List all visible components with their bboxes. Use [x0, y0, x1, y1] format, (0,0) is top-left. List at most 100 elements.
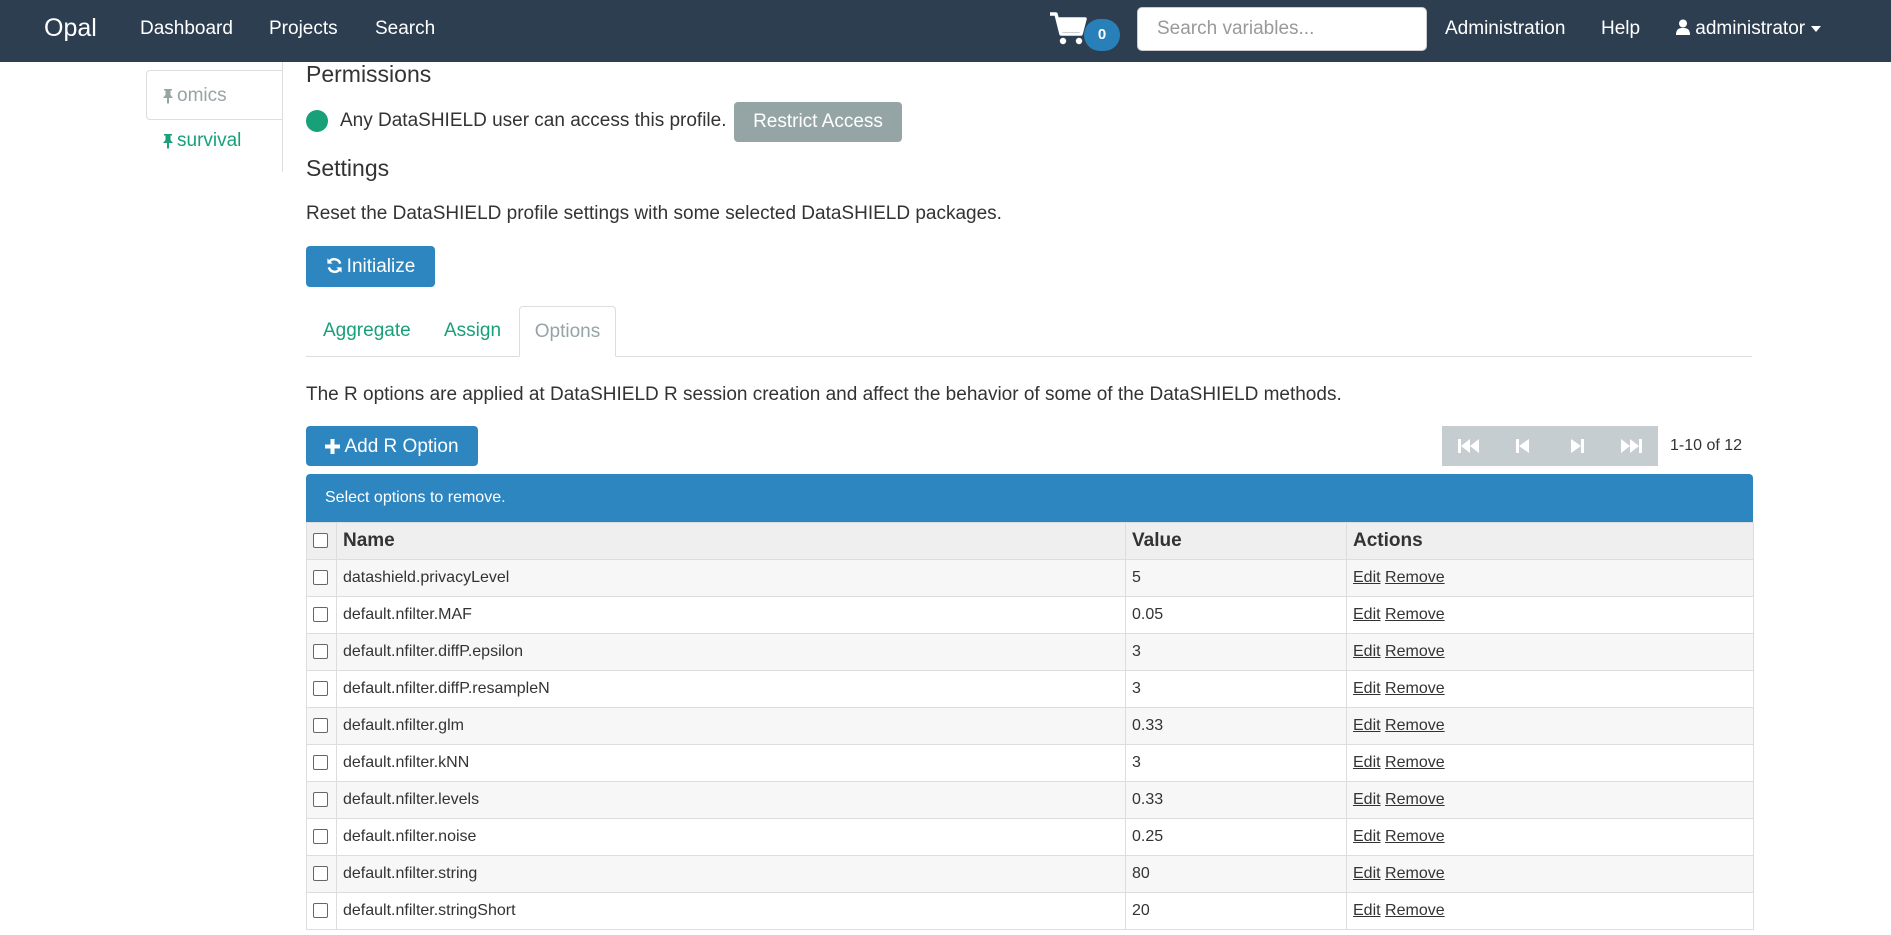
first-page-button[interactable] [1442, 426, 1496, 466]
brand-logo[interactable]: Opal [44, 14, 97, 43]
option-name: default.nfilter.stringShort [336, 892, 1126, 930]
table-row: default.nfilter.noise 0.25 Edit Remove [306, 818, 1754, 856]
nav-help[interactable]: Help [1601, 18, 1640, 40]
row-actions: Edit Remove [1346, 818, 1754, 856]
table-row: default.nfilter.glm 0.33 Edit Remove [306, 707, 1754, 745]
option-value: 0.05 [1125, 596, 1347, 634]
row-select-cell [306, 559, 337, 597]
row-select-cell [306, 633, 337, 671]
edit-link[interactable]: Edit [1353, 643, 1381, 660]
column-header-actions: Actions [1346, 522, 1754, 560]
remove-link[interactable]: Remove [1385, 791, 1445, 808]
tab-assign[interactable]: Assign [444, 320, 501, 342]
option-name: default.nfilter.levels [336, 781, 1126, 819]
row-checkbox[interactable] [313, 792, 328, 808]
remove-link[interactable]: Remove [1385, 569, 1445, 586]
tab-options[interactable]: Options [519, 306, 616, 357]
user-menu-dropdown[interactable]: administrator [1676, 18, 1822, 40]
edit-link[interactable]: Edit [1353, 717, 1381, 734]
row-select-cell [306, 670, 337, 708]
option-name: default.nfilter.MAF [336, 596, 1126, 634]
pagination-count: 1-10 of 12 [1670, 437, 1743, 454]
row-checkbox[interactable] [313, 829, 328, 845]
restrict-access-button[interactable]: Restrict Access [734, 102, 902, 142]
nav-dashboard[interactable]: Dashboard [140, 18, 233, 40]
option-name: default.nfilter.kNN [336, 744, 1126, 782]
selection-banner: Select options to remove. [306, 474, 1753, 522]
profile-tabs: Aggregate Assign Options [306, 306, 1752, 357]
row-select-cell [306, 707, 337, 745]
edit-link[interactable]: Edit [1353, 791, 1381, 808]
refresh-icon [327, 257, 342, 274]
row-actions: Edit Remove [1346, 707, 1754, 745]
cart-button[interactable]: 0 [1048, 10, 1120, 52]
initialize-button[interactable]: Initialize [306, 246, 435, 287]
user-icon [1676, 19, 1690, 35]
edit-link[interactable]: Edit [1353, 569, 1381, 586]
chevron-down-icon [1811, 25, 1822, 32]
add-r-option-button[interactable]: Add R Option [306, 426, 478, 466]
side-nav-item-survival[interactable]: survival [146, 130, 282, 170]
row-checkbox[interactable] [313, 570, 328, 586]
side-nav-divider [282, 62, 283, 172]
nav-administration[interactable]: Administration [1445, 18, 1565, 40]
options-description: The R options are applied at DataSHIELD … [306, 384, 1342, 405]
row-checkbox[interactable] [313, 607, 328, 623]
next-page-button[interactable] [1550, 426, 1604, 466]
pin-icon [163, 133, 173, 149]
row-actions: Edit Remove [1346, 670, 1754, 708]
edit-link[interactable]: Edit [1353, 680, 1381, 697]
nav-projects[interactable]: Projects [269, 18, 338, 40]
edit-link[interactable]: Edit [1353, 606, 1381, 623]
remove-link[interactable]: Remove [1385, 865, 1445, 882]
row-actions: Edit Remove [1346, 744, 1754, 782]
row-checkbox[interactable] [313, 866, 328, 882]
row-checkbox[interactable] [313, 644, 328, 660]
row-checkbox[interactable] [313, 718, 328, 734]
search-variables-input[interactable] [1137, 7, 1427, 51]
remove-link[interactable]: Remove [1385, 643, 1445, 660]
edit-link[interactable]: Edit [1353, 902, 1381, 919]
permission-status-text: Any DataSHIELD user can access this prof… [340, 110, 727, 131]
option-value: 0.33 [1125, 781, 1347, 819]
table-row: default.nfilter.kNN 3 Edit Remove [306, 744, 1754, 782]
column-header-value[interactable]: Value [1125, 522, 1347, 560]
previous-page-button[interactable] [1496, 426, 1550, 466]
remove-link[interactable]: Remove [1385, 828, 1445, 845]
cart-icon [1050, 12, 1087, 45]
status-indicator-dot [306, 110, 328, 132]
add-r-option-label: Add R Option [344, 436, 459, 457]
row-checkbox[interactable] [313, 681, 328, 697]
nav-search[interactable]: Search [375, 18, 435, 40]
edit-link[interactable]: Edit [1353, 828, 1381, 845]
column-header-name[interactable]: Name [336, 522, 1126, 560]
option-name: default.nfilter.glm [336, 707, 1126, 745]
row-select-cell [306, 818, 337, 856]
initialize-button-label: Initialize [346, 256, 416, 277]
first-page-icon [1458, 439, 1479, 453]
row-checkbox[interactable] [313, 755, 328, 771]
row-checkbox[interactable] [313, 903, 328, 919]
option-value: 0.25 [1125, 818, 1347, 856]
table-row: default.nfilter.diffP.epsilon 3 Edit Remov… [306, 633, 1754, 671]
top-navbar: Opal Dashboard Projects Search 0 Adminis… [0, 0, 1891, 62]
table-row: default.nfilter.levels 0.33 Edit Remove [306, 781, 1754, 819]
side-nav-label: omics [177, 85, 227, 106]
side-nav-item-omics[interactable]: omics [146, 62, 283, 120]
profile-side-nav: omics survival [146, 62, 283, 172]
remove-link[interactable]: Remove [1385, 717, 1445, 734]
option-name: default.nfilter.diffP.resampleN [336, 670, 1126, 708]
tab-aggregate[interactable]: Aggregate [323, 320, 411, 342]
edit-link[interactable]: Edit [1353, 865, 1381, 882]
remove-link[interactable]: Remove [1385, 754, 1445, 771]
select-all-checkbox[interactable] [313, 533, 328, 549]
last-page-button[interactable] [1604, 426, 1658, 466]
option-name: default.nfilter.string [336, 855, 1126, 893]
option-name: datashield.privacyLevel [336, 559, 1126, 597]
option-value: 80 [1125, 855, 1347, 893]
remove-link[interactable]: Remove [1385, 902, 1445, 919]
remove-link[interactable]: Remove [1385, 606, 1445, 623]
remove-link[interactable]: Remove [1385, 680, 1445, 697]
row-actions: Edit Remove [1346, 559, 1754, 597]
edit-link[interactable]: Edit [1353, 754, 1381, 771]
